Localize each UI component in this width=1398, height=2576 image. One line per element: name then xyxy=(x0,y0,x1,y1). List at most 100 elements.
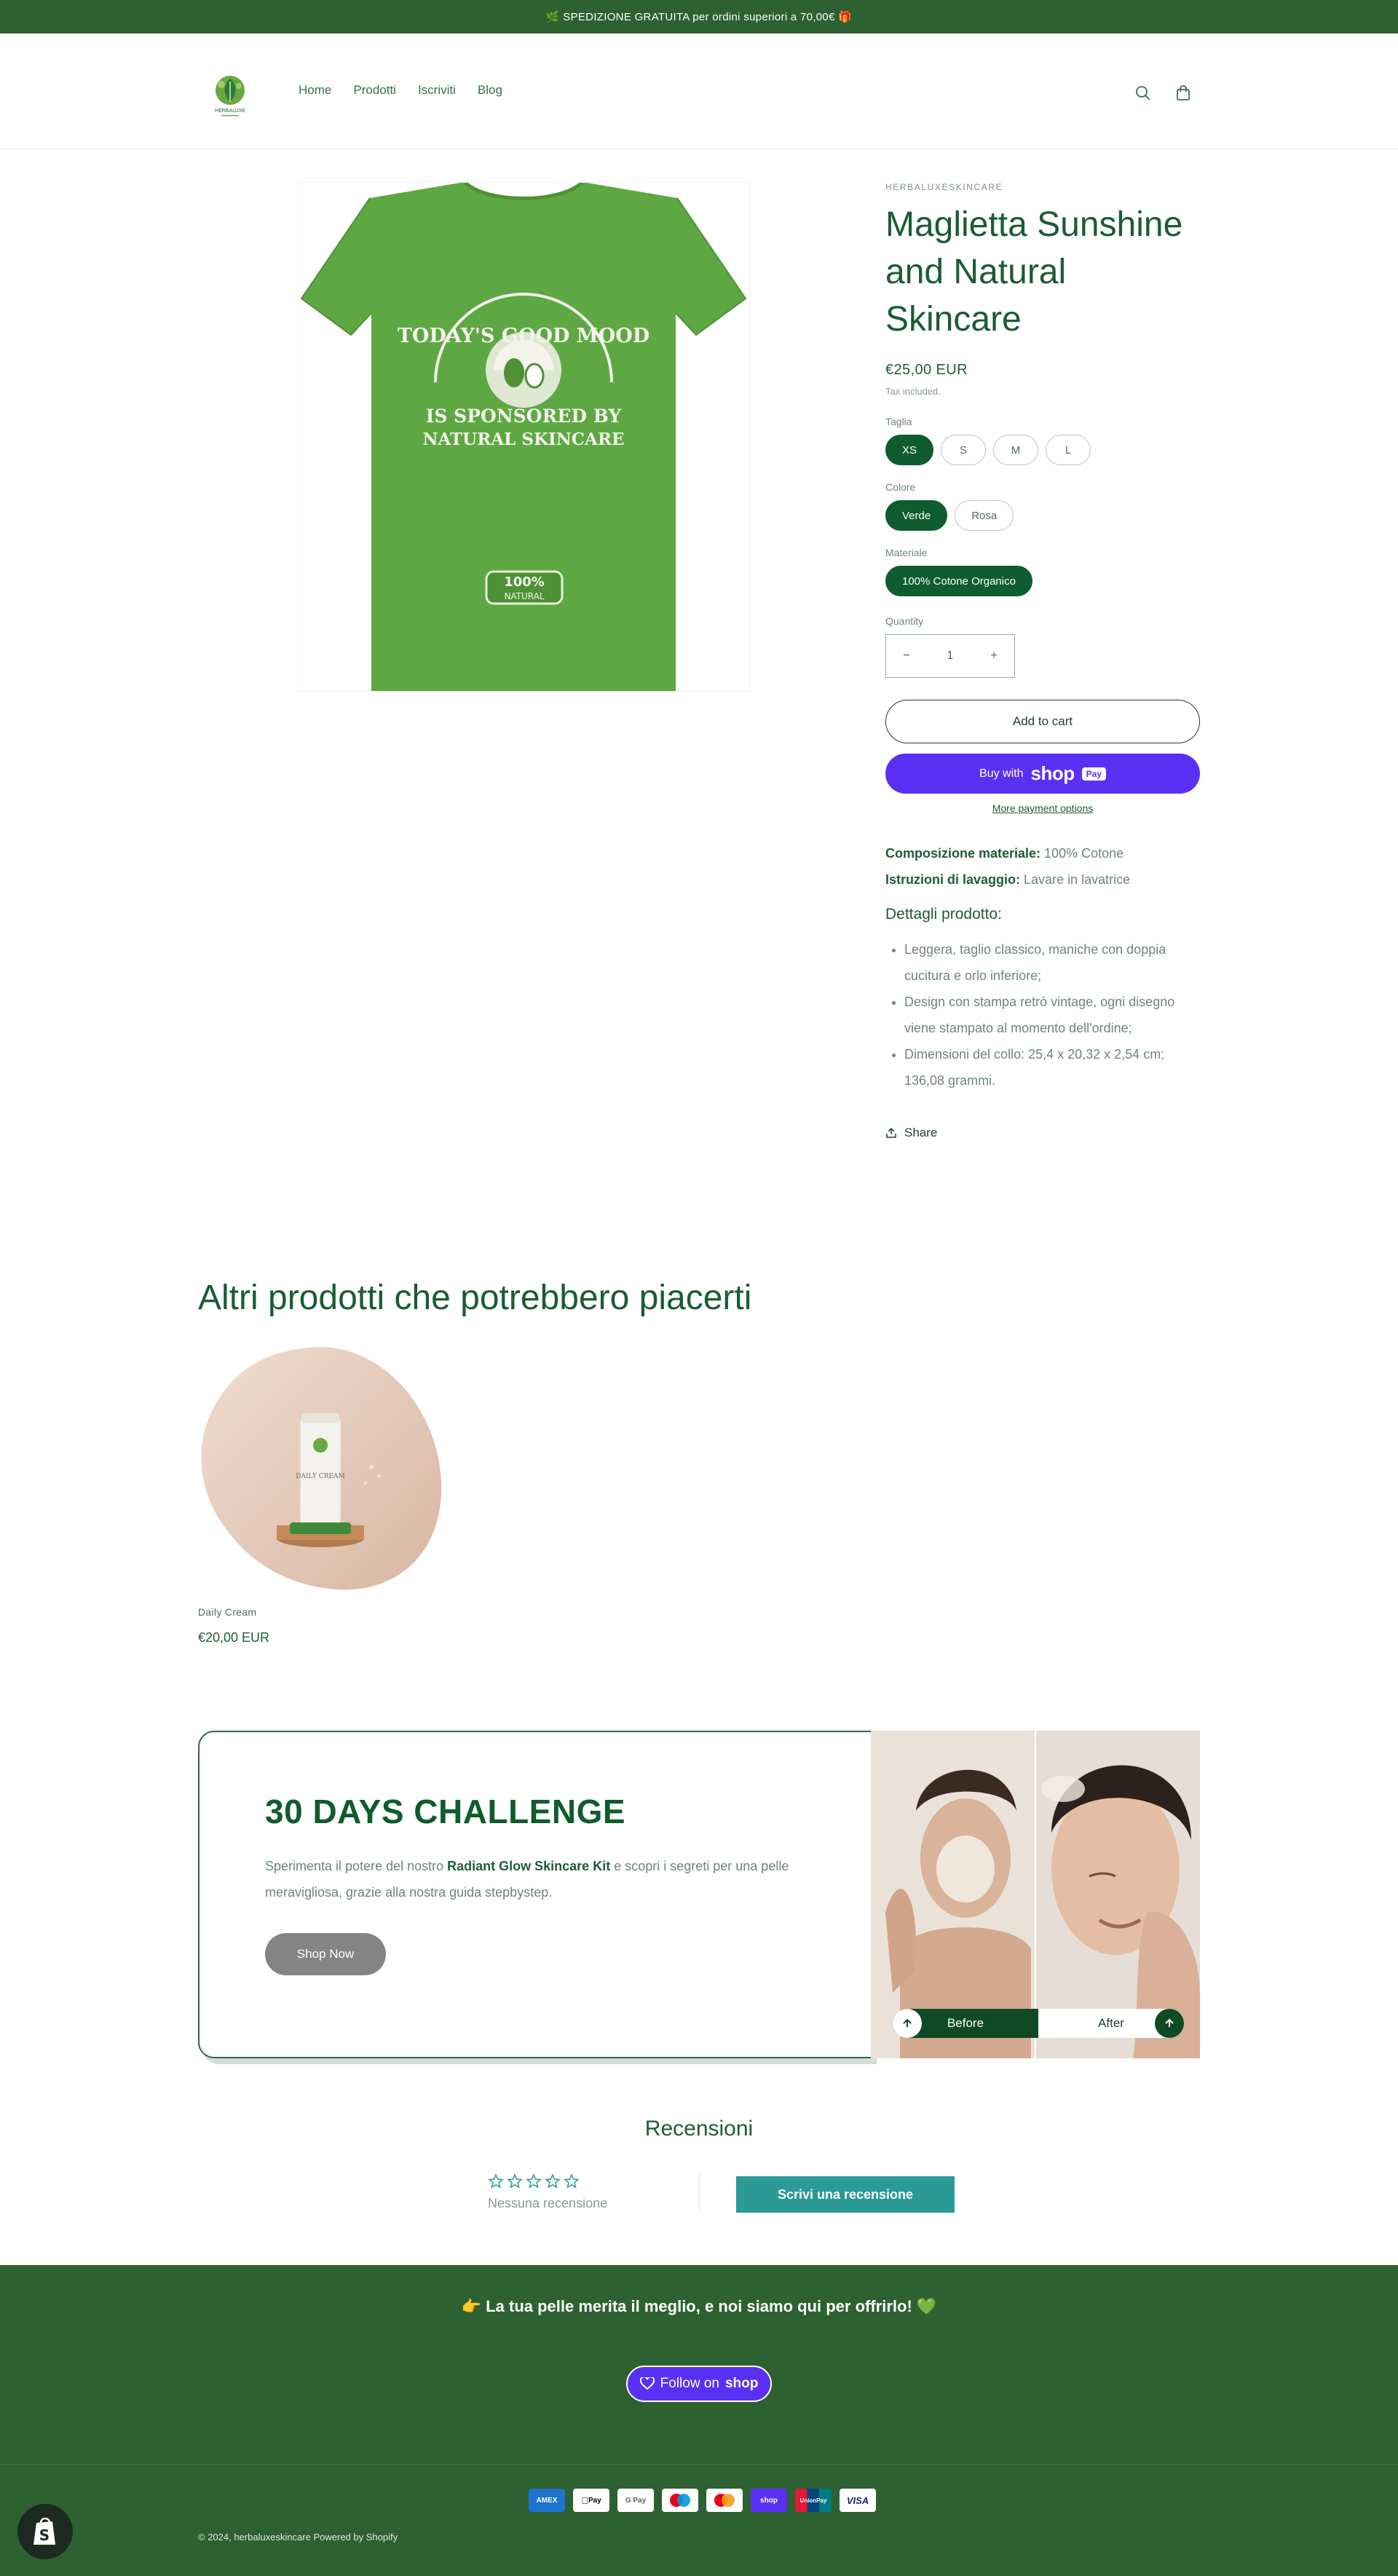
shop-logo: shop xyxy=(1030,762,1075,784)
size-option-xs[interactable]: XS xyxy=(885,435,934,465)
nav-home[interactable]: Home xyxy=(299,83,331,98)
related-product-name[interactable]: Daily Cream xyxy=(198,1606,256,1618)
logo-text: HERBALUXE xyxy=(215,108,245,114)
quantity-label: Quantity xyxy=(885,615,924,627)
material-options: 100% Cotone Organico xyxy=(885,566,1200,596)
shirt-print-line3: NATURAL SKINCARE xyxy=(422,430,624,449)
quantity-input[interactable]: 1 xyxy=(930,649,971,663)
share-icon xyxy=(886,1127,896,1138)
star-icon xyxy=(545,2173,561,2189)
main-nav: Home Prodotti Iscriviti Blog xyxy=(299,83,502,98)
product-image[interactable]: TODAY'S GOOD MOOD IS SPONSORED BY NATURA… xyxy=(297,181,750,692)
challenge-title: 30 DAYS CHALLENGE xyxy=(265,1793,626,1830)
composition-value: 100% Cotone xyxy=(1040,846,1124,861)
size-options: XS S M L xyxy=(885,435,1200,465)
announcement-text: 🌿 SPEDIZIONE GRATUITA per ordini superio… xyxy=(545,11,853,23)
add-to-cart-button[interactable]: Add to cart xyxy=(885,700,1200,743)
star-rating xyxy=(488,2173,582,2189)
color-option-verde[interactable]: Verde xyxy=(885,500,948,531)
visa-icon: VISA xyxy=(840,2489,876,2512)
size-label: Taglia xyxy=(885,416,912,427)
color-options: Verde Rosa xyxy=(885,500,1200,531)
star-icon xyxy=(488,2173,504,2189)
svg-text:S: S xyxy=(39,2526,50,2544)
arrow-up-icon[interactable] xyxy=(893,2009,922,2038)
search-icon[interactable] xyxy=(1130,80,1156,106)
related-tube-text: DAILY CREAM xyxy=(296,1473,344,1480)
store-name-link[interactable]: herbaluxeskincare xyxy=(234,2532,311,2543)
mastercard-icon xyxy=(706,2489,743,2512)
quantity-increase-button[interactable]: + xyxy=(974,649,1014,663)
shirt-print-line1: TODAY'S GOOD MOOD xyxy=(398,325,649,347)
details-item: Design con stampa retrò vintage, ogni di… xyxy=(904,989,1200,1041)
color-option-rosa[interactable]: Rosa xyxy=(955,500,1014,531)
footer-divider xyxy=(0,2464,1398,2465)
site-header: HERBALUXE Home Prodotti Iscriviti Blog xyxy=(0,33,1398,149)
size-option-s[interactable]: S xyxy=(941,435,987,465)
quantity-decrease-button[interactable]: − xyxy=(886,649,927,663)
reviews-divider xyxy=(699,2171,700,2213)
related-product-price: €20,00 EUR xyxy=(198,1630,270,1645)
shirt-badge-top: 100% xyxy=(504,574,545,590)
reviews-title: Recensioni xyxy=(644,2117,754,2141)
powered-by-link[interactable]: Powered by Shopify xyxy=(311,2532,398,2543)
size-option-l[interactable]: L xyxy=(1046,435,1091,465)
nav-blog[interactable]: Blog xyxy=(478,83,502,98)
color-label: Colore xyxy=(885,481,916,493)
arrow-up-icon[interactable] xyxy=(1155,2009,1184,2038)
details-item: Dimensioni del collo: 25,4 x 20,32 x 2,5… xyxy=(904,1041,1200,1094)
shirt-badge-bottom: NATURAL xyxy=(504,591,544,601)
unionpay-icon: UnionPay xyxy=(795,2489,832,2512)
challenge-text-bold: Radiant Glow Skincare Kit xyxy=(447,1859,611,1873)
product-price: €25,00 EUR xyxy=(885,362,968,378)
shop-pay-icon: shop xyxy=(751,2489,787,2512)
nav-subscribe[interactable]: Iscriviti xyxy=(418,83,456,98)
details-item: Leggera, taglio classico, maniche con do… xyxy=(904,936,1200,989)
washing-value: Lavare in lavatrice xyxy=(1020,872,1131,887)
follow-on-shop-button[interactable]: Follow on shop xyxy=(626,2366,772,2402)
composition-label: Composizione materiale: xyxy=(885,846,1041,861)
apple-pay-label: Pay xyxy=(585,2496,601,2505)
related-product-image[interactable]: DAILY CREAM xyxy=(198,1343,443,1591)
announcement-bar: 🌿 SPEDIZIONE GRATUITA per ordini superio… xyxy=(0,0,1398,33)
details-list: Leggera, taglio classico, maniche con do… xyxy=(885,936,1200,1094)
more-payment-options-link[interactable]: More payment options xyxy=(885,802,1200,814)
share-button[interactable]: Share xyxy=(885,1126,1200,1140)
copyright-prefix: © 2024, xyxy=(198,2532,234,2543)
before-after-bar: Before After xyxy=(893,2009,1184,2038)
product-info: HERBALUXESKINCARE Maglietta Sunshine and… xyxy=(885,182,1200,1140)
logo[interactable]: HERBALUXE xyxy=(205,71,255,121)
cart-icon[interactable] xyxy=(1170,80,1196,106)
buy-with-label: Buy with xyxy=(979,767,1024,780)
star-icon xyxy=(507,2173,523,2189)
write-review-button[interactable]: Scrivi una recensione xyxy=(736,2176,955,2213)
amex-icon: AMEX xyxy=(529,2489,565,2512)
challenge-text-1: Sperimenta il potere del nostro xyxy=(265,1859,448,1873)
star-icon xyxy=(564,2173,580,2189)
heart-icon xyxy=(639,2377,655,2390)
nav-products[interactable]: Prodotti xyxy=(353,83,396,98)
maestro-icon xyxy=(662,2489,698,2512)
size-option-m[interactable]: M xyxy=(993,435,1039,465)
copyright: © 2024, herbaluxeskincare Powered by Sho… xyxy=(198,2532,398,2543)
product-specs: Composizione materiale: 100% Cotone Istr… xyxy=(885,840,1200,893)
material-option-cotton[interactable]: 100% Cotone Organico xyxy=(885,566,1032,596)
washing-label: Istruzioni di lavaggio: xyxy=(885,872,1021,887)
shop-now-button[interactable]: Shop Now xyxy=(265,1933,386,1975)
challenge-banner: 30 DAYS CHALLENGE Sperimenta il potere d… xyxy=(198,1731,872,2058)
product-title: Maglietta Sunshine and Natural Skincare xyxy=(885,205,1183,339)
footer-message: 👉 La tua pelle merita il meglio, e noi s… xyxy=(461,2297,937,2315)
shopify-icon[interactable]: S xyxy=(17,2504,73,2559)
challenge-text: Sperimenta il potere del nostro Radiant … xyxy=(265,1853,789,1905)
site-footer: 👉 La tua pelle merita il meglio, e noi s… xyxy=(0,2265,1398,2576)
no-reviews-text: Nessuna recensione xyxy=(488,2196,608,2210)
tax-note: Tax included. xyxy=(885,386,941,397)
share-label: Share xyxy=(904,1126,938,1139)
star-icon xyxy=(526,2173,542,2189)
google-pay-icon: G Pay xyxy=(617,2489,654,2512)
quantity-stepper: − 1 + xyxy=(885,634,1015,678)
before-after-image: Before After xyxy=(871,1731,1200,2058)
details-title: Dettagli prodotto: xyxy=(885,906,1002,922)
shop-pay-button[interactable]: Buy with shop Pay xyxy=(885,754,1200,794)
product-vendor: HERBALUXESKINCARE xyxy=(885,182,1003,192)
